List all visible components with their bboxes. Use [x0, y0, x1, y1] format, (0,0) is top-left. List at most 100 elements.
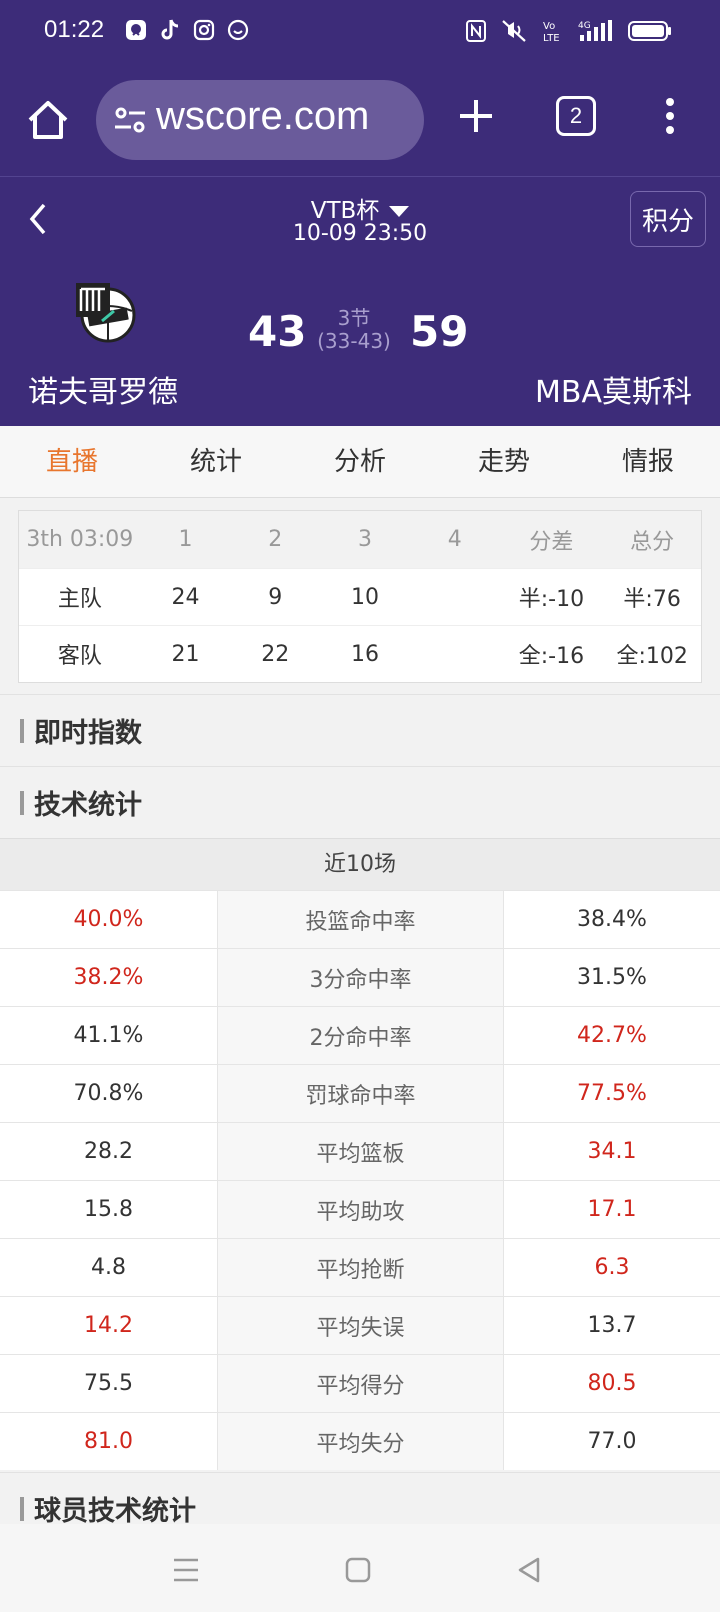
tab-switcher-button[interactable]: 2	[556, 96, 596, 136]
browser-toolbar: wscore.com 2	[0, 66, 720, 176]
table-row: 75.5 平均得分 80.5	[0, 1354, 720, 1412]
stat-label: 平均失误	[217, 1297, 504, 1354]
stat-label: 平均篮板	[217, 1123, 504, 1180]
away-score: 59	[410, 307, 469, 356]
league-selector[interactable]: VTB杯	[0, 191, 720, 225]
home-stat-value: 28.2	[84, 1139, 133, 1164]
battery-icon	[628, 20, 672, 46]
notification-icons	[124, 18, 250, 42]
url-text: wscore.com	[156, 94, 370, 138]
quarter-score: 22	[261, 641, 290, 667]
margin-value: 全:-16	[518, 644, 585, 669]
home-button[interactable]	[24, 96, 72, 144]
total-header: 总分	[630, 529, 675, 555]
triangle-back-icon	[518, 1557, 540, 1583]
match-header: VTB杯 10-09 23:50 积分 诺夫哥罗德 43 3节 (33-43) …	[0, 176, 720, 426]
browser-menu-button[interactable]	[660, 92, 680, 140]
stat-label: 罚球命中率	[217, 1065, 504, 1122]
home-stat-value: 41.1%	[73, 1023, 144, 1048]
tab-live[interactable]: 直播	[0, 426, 144, 497]
site-settings-icon[interactable]	[112, 104, 148, 136]
quarter-header: 1	[178, 527, 193, 552]
home-team-logo[interactable]	[70, 277, 140, 347]
stat-label: 平均抢断	[217, 1239, 504, 1296]
table-row: 15.8 平均助攻 17.1	[0, 1180, 720, 1238]
new-tab-button[interactable]	[452, 92, 500, 140]
section-player-stats[interactable]: 球员技术统计	[0, 1472, 720, 1527]
home-stat-value: 75.5	[84, 1371, 133, 1396]
quarter-score: 24	[171, 584, 200, 610]
away-stat-value: 17.1	[587, 1197, 637, 1222]
away-stat-value: 34.1	[587, 1139, 637, 1164]
away-stat-value: 13.7	[587, 1313, 637, 1338]
total-value: 全:102	[616, 644, 688, 669]
messenger-icon	[124, 18, 148, 42]
svg-text:Vo: Vo	[543, 21, 555, 32]
stat-label: 平均失分	[217, 1413, 504, 1470]
table-row: 41.1% 2分命中率 42.7%	[0, 1006, 720, 1064]
away-stat-value: 31.5%	[577, 965, 647, 990]
back-nav-button[interactable]	[514, 1554, 546, 1586]
system-nav-bar	[0, 1524, 720, 1612]
current-period: 3节	[337, 306, 371, 330]
svg-text:4G: 4G	[578, 21, 591, 31]
quarter-score: 9	[268, 584, 283, 610]
tiktok-icon	[158, 18, 182, 42]
table-row: 4.8 平均抢断 6.3	[0, 1238, 720, 1296]
caret-down-icon	[389, 206, 410, 217]
home-stat-value: 81.0	[84, 1429, 133, 1454]
tab-analysis[interactable]: 分析	[288, 426, 432, 497]
quarter-table-header: 3th 03:09 1 2 3 4 分差 总分	[19, 511, 701, 568]
total-value: 半:76	[623, 587, 681, 612]
period-score: (33-43)	[317, 329, 391, 353]
home-stat-value: 4.8	[91, 1255, 126, 1280]
status-bar: 01:22 Vo LTE 4G	[0, 0, 720, 66]
away-stat-value: 38.4%	[577, 907, 647, 932]
away-stat-value: 6.3	[594, 1255, 630, 1280]
stat-label: 2分命中率	[217, 1007, 504, 1064]
team-label: 主队	[57, 587, 102, 612]
quarter-score: 16	[350, 641, 379, 667]
standings-button[interactable]: 积分	[630, 191, 706, 247]
section-marker	[20, 791, 24, 815]
home-team-name[interactable]: 诺夫哥罗德	[28, 367, 178, 411]
menu-icon	[174, 1558, 198, 1582]
nfc-icon	[466, 19, 486, 47]
home-stat-value: 70.8%	[73, 1081, 144, 1106]
quarter-header: 4	[447, 527, 462, 552]
home-icon	[28, 101, 68, 139]
match-datetime: 10-09 23:50	[292, 221, 428, 246]
mute-icon	[500, 18, 528, 48]
tech-stats-table: 40.0% 投篮命中率 38.4% 38.2% 3分命中率 31.5% 41.1% 2分命中率…	[0, 890, 720, 1470]
tab-stats[interactable]: 统计	[144, 426, 288, 497]
tab-intel[interactable]: 情报	[576, 426, 720, 497]
tab-trend[interactable]: 走势	[432, 426, 576, 497]
recents-button[interactable]	[170, 1554, 202, 1586]
signal-4g-icon: 4G	[578, 19, 614, 47]
home-stat-value: 15.8	[84, 1197, 133, 1222]
away-stat-value: 42.7%	[577, 1023, 647, 1048]
table-row: 38.2% 3分命中率 31.5%	[0, 948, 720, 1006]
plus-icon	[460, 100, 492, 132]
section-title: 即时指数	[34, 718, 142, 749]
section-marker	[20, 719, 24, 743]
away-stat-value: 77.0	[587, 1429, 637, 1454]
section-live-odds[interactable]: 即时指数	[0, 694, 720, 766]
away-team-name[interactable]: MBA莫斯科	[535, 367, 692, 411]
quarter-header: 3	[357, 527, 372, 552]
home-nav-button[interactable]	[342, 1554, 374, 1586]
instagram-icon	[192, 18, 216, 42]
address-bar[interactable]: wscore.com	[96, 80, 424, 160]
table-row: 81.0 平均失分 77.0	[0, 1412, 720, 1470]
status-time: 01:22	[44, 16, 105, 43]
quarter-header: 2	[268, 527, 283, 552]
stat-label: 平均助攻	[217, 1181, 504, 1238]
table-row: 40.0% 投篮命中率 38.4%	[0, 890, 720, 948]
chat-icon	[226, 18, 250, 42]
section-title: 技术统计	[34, 790, 142, 821]
away-stat-value: 77.5%	[577, 1081, 647, 1106]
margin-header: 分差	[529, 529, 574, 555]
team-label: 客队	[57, 644, 102, 669]
home-score: 43	[248, 307, 307, 356]
section-tech-stats[interactable]: 技术统计	[0, 766, 720, 838]
